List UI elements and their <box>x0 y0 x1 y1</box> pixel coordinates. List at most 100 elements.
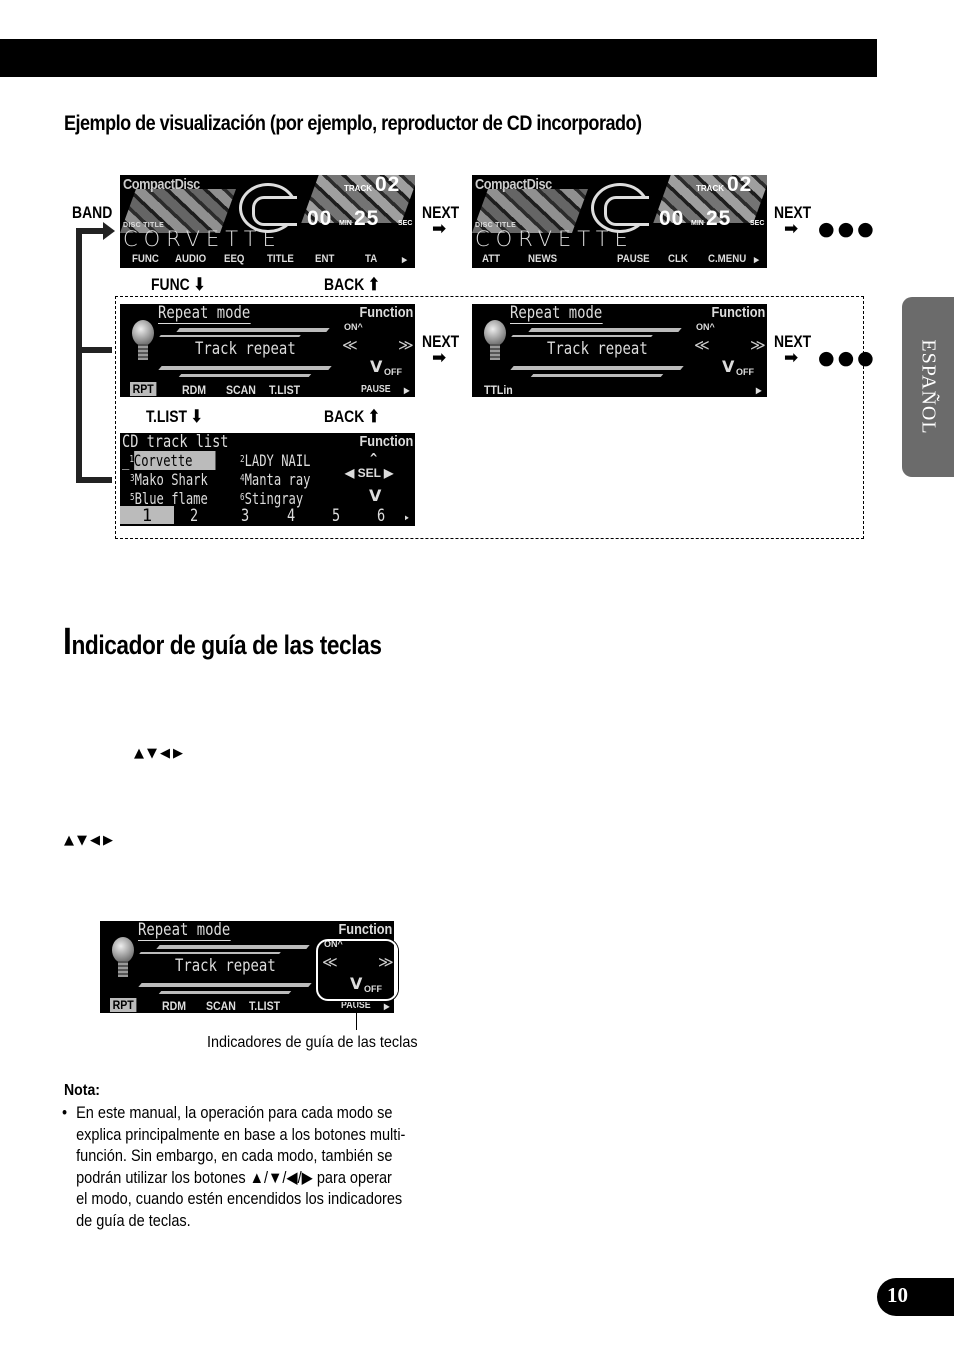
menu-item-title[interactable]: TITLE <box>267 253 294 265</box>
page-number: 10 <box>887 1283 908 1307</box>
function-label: Function <box>338 921 392 938</box>
menu-item-scan[interactable]: SCAN <box>226 383 256 397</box>
up-arrow-icon: ^ <box>357 322 363 332</box>
note-line: de guía de teclas. <box>76 1211 191 1230</box>
track-item[interactable]: 3Mako Shark <box>130 470 208 489</box>
mode-title: Repeat mode <box>510 304 603 324</box>
bulb-icon <box>484 320 506 360</box>
menu-item-att[interactable]: ATT <box>482 253 500 265</box>
bullet-icon: • <box>62 1104 68 1122</box>
section-heading: Ejemplo de visualización (por ejemplo, r… <box>64 112 642 135</box>
menu-item-cmenu[interactable]: C.MENU <box>708 253 746 265</box>
menu-next-icon[interactable]: ▸ <box>402 253 407 266</box>
note-title: Nota: <box>64 1082 100 1099</box>
decorative-streak <box>139 952 281 954</box>
bulb-icon <box>112 937 134 977</box>
decorative-streak <box>156 945 310 949</box>
mode-title: Repeat mode <box>138 921 231 941</box>
display-screen-function: Repeat mode Track repeat Function ON^ ≪ … <box>120 304 415 397</box>
page-selector: 1 2 3 4 5 6 ▸ <box>120 506 415 526</box>
menu-next-icon[interactable]: ▸ <box>404 383 409 397</box>
page-6[interactable]: 6 <box>377 506 385 526</box>
time-seconds: 25 <box>706 207 732 230</box>
note-line: podrán utilizar los botones ▲/▼/◀/▶ para… <box>76 1168 392 1187</box>
back-label: BACK ⬆ <box>324 407 380 427</box>
function-label: Function <box>711 304 765 321</box>
func-label-text: FUNC <box>151 275 190 294</box>
time-minutes: 00 <box>659 207 685 230</box>
tlist-label-text: T.LIST <box>146 407 188 426</box>
menu-item-ta[interactable]: TA <box>365 253 377 265</box>
menu-item-tlist[interactable]: T.LIST <box>269 383 300 397</box>
menu-item-ttlin[interactable]: TTLin <box>484 383 513 397</box>
up-arrow-icon: ^ <box>370 451 378 465</box>
left-arrow-icon: ≪ <box>342 336 358 354</box>
track-name: Mako Shark <box>134 470 208 489</box>
mode-title: Repeat mode <box>158 304 251 324</box>
decorative-streak <box>158 366 332 370</box>
mode-value: Track repeat <box>547 339 648 359</box>
track-name: Corvette <box>133 451 216 470</box>
arrow-right-icon: ➡ <box>432 348 447 368</box>
disc-title: CORVETTE <box>475 227 634 251</box>
menu-item-clk[interactable]: CLK <box>668 253 688 265</box>
function-label: Function <box>359 433 413 450</box>
menu-item-pause[interactable]: PAUSE <box>617 253 650 265</box>
seconds-label: SEC <box>750 220 765 227</box>
select-guide-icon: ◀ SEL ▶ <box>345 466 394 480</box>
down-arrow-icon: V <box>369 486 382 505</box>
mode-value: Track repeat <box>195 339 296 359</box>
ellipsis-icon: ●●● <box>818 218 877 240</box>
menu-item-eeq[interactable]: EEQ <box>224 253 244 265</box>
decorative-streak <box>510 366 684 370</box>
track-item[interactable]: 2LADY NAIL <box>240 451 310 470</box>
time-minutes: 00 <box>307 207 333 230</box>
function-menu: TTLin ▸ <box>472 382 767 397</box>
menu-item-ent[interactable]: ENT <box>315 253 334 265</box>
page-4[interactable]: 4 <box>287 506 295 526</box>
menu-item-rdm[interactable]: RDM <box>182 383 206 397</box>
arrow-right-icon: ➡ <box>784 219 799 239</box>
minutes-label: MIN <box>339 220 352 227</box>
source-title: CompactDisc <box>475 176 552 193</box>
arrow-keys-icons: ▲▼◀▶ <box>134 746 186 761</box>
right-arrow-icon: ≫ <box>398 336 414 354</box>
display-screen-source: CompactDisc TRACK 02 00 MIN 25 SEC DISC … <box>120 175 415 268</box>
menu-item-rdm[interactable]: RDM <box>162 999 186 1013</box>
menu-item-tlist[interactable]: T.LIST <box>249 999 280 1013</box>
track-label: TRACK <box>344 184 372 193</box>
menu-item-rpt[interactable]: RPT <box>110 998 137 1012</box>
tlist-label: T.LIST ⬇ <box>146 407 203 427</box>
on-label: ON <box>696 322 710 332</box>
menu-item-audio[interactable]: AUDIO <box>175 253 206 265</box>
callout-line <box>356 1001 357 1030</box>
track-name: LADY NAIL <box>244 451 311 470</box>
track-number: 02 <box>727 175 753 196</box>
band-label: BAND <box>72 203 113 222</box>
menu-item-pause[interactable]: PAUSE <box>361 384 391 395</box>
menu-item-func[interactable]: FUNC <box>132 253 159 265</box>
page-3[interactable]: 3 <box>241 506 249 526</box>
track-item[interactable]: _1Corvette <box>122 451 216 470</box>
menu-item-news[interactable]: NEWS <box>528 253 557 265</box>
up-arrow-icon: ^ <box>709 322 715 332</box>
menu-next-icon[interactable]: ▸ <box>754 253 759 266</box>
left-arrow-icon: ≪ <box>694 336 710 354</box>
track-item[interactable]: 4Manta ray <box>240 470 310 489</box>
menu-next-icon[interactable]: ▸ <box>404 510 410 524</box>
minutes-label: MIN <box>691 220 704 227</box>
page-1[interactable]: 1 <box>120 506 174 526</box>
decorative-streak <box>511 335 653 337</box>
page-5[interactable]: 5 <box>332 506 340 526</box>
cd-logo-icon <box>239 183 297 233</box>
arrow-up-icon: ⬆ <box>368 407 380 426</box>
decorative-streak <box>176 328 330 332</box>
menu-item-rpt[interactable]: RPT <box>130 382 157 396</box>
flow-bracket-middle <box>76 347 112 353</box>
menu-next-icon[interactable]: ▸ <box>756 383 761 397</box>
mode-value: Track repeat <box>175 956 276 976</box>
menu-item-scan[interactable]: SCAN <box>206 999 236 1013</box>
menu-next-icon[interactable]: ▸ <box>384 999 389 1013</box>
seconds-label: SEC <box>398 220 413 227</box>
page-2[interactable]: 2 <box>190 506 198 526</box>
